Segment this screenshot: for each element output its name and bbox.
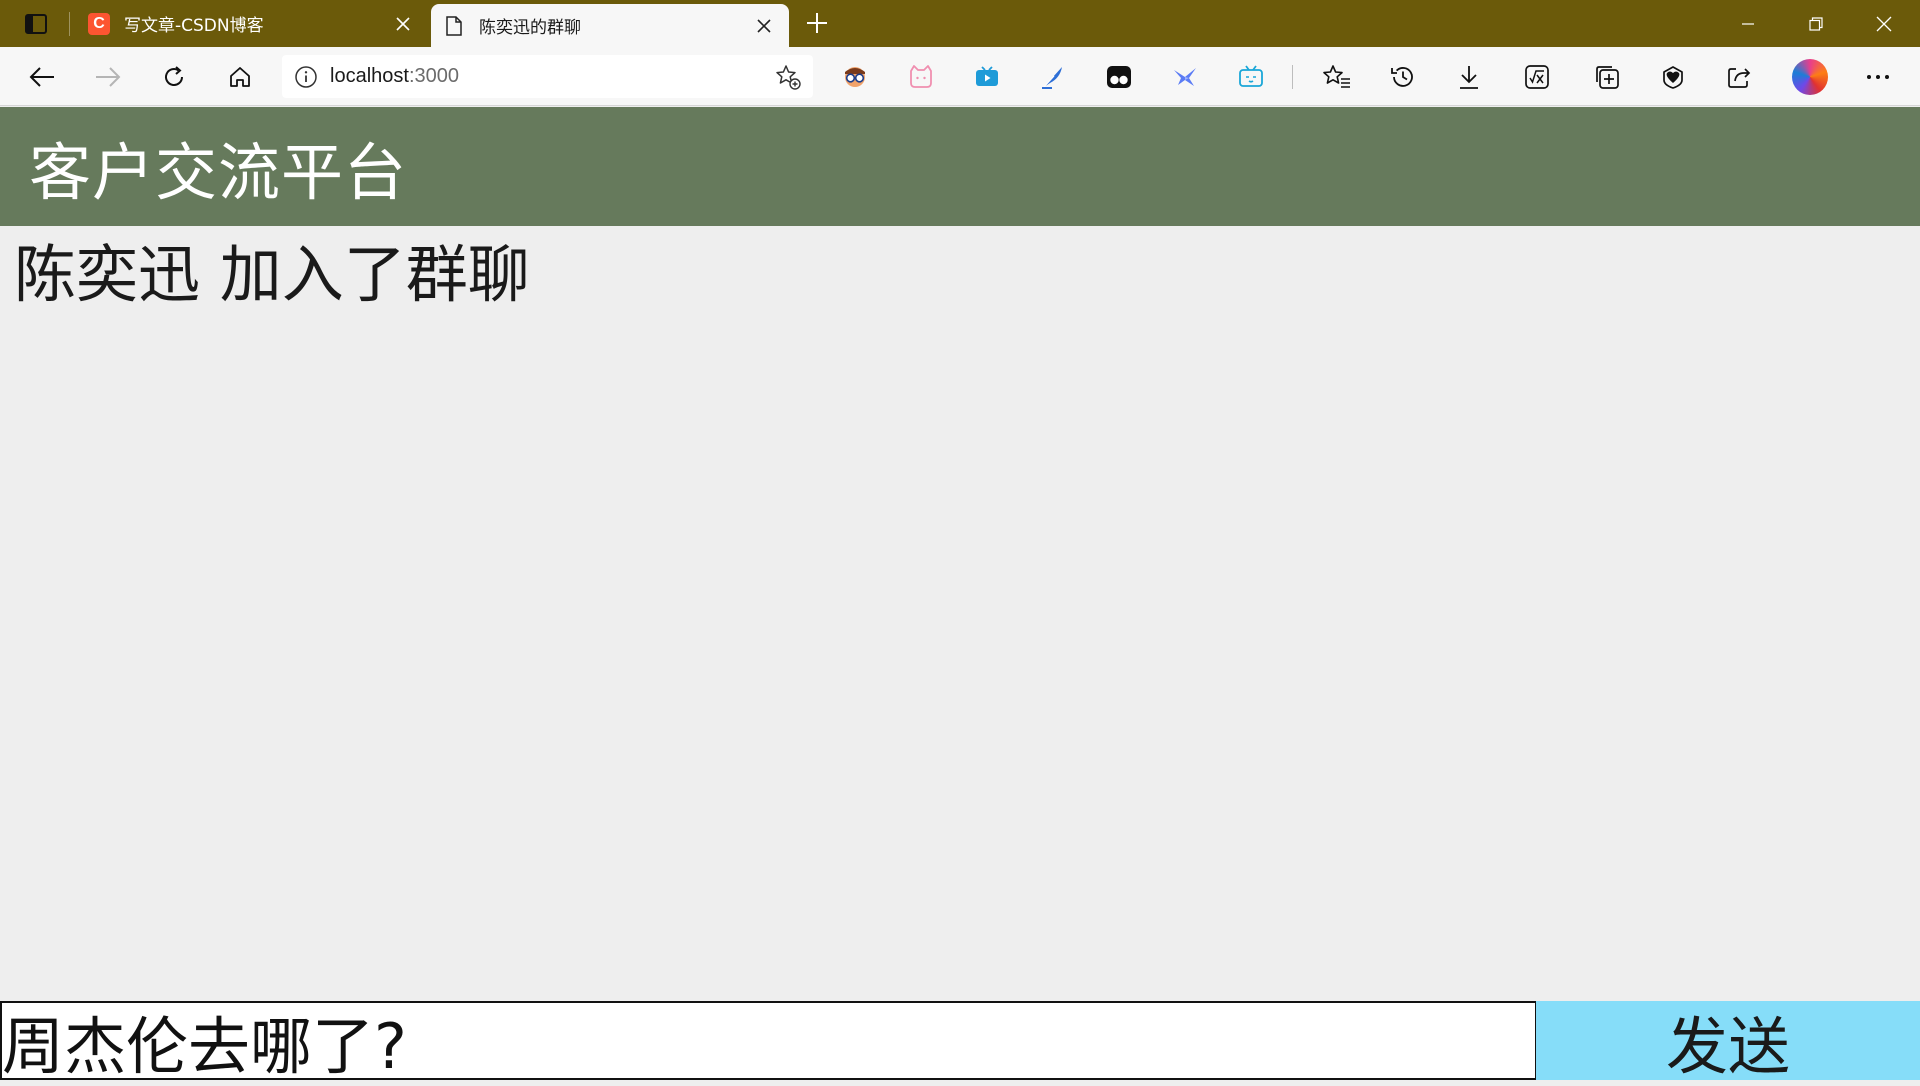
reload-icon <box>165 66 183 86</box>
close-window-button[interactable] <box>1851 0 1917 47</box>
add-favorite-button[interactable] <box>771 60 805 94</box>
collections-button[interactable] <box>1587 57 1627 97</box>
back-button[interactable] <box>22 57 62 97</box>
tab-title: 陈奕迅的群聊 <box>479 18 581 38</box>
tab-actions-button[interactable] <box>14 9 58 39</box>
tab-divider <box>69 12 70 36</box>
system-message: 陈奕迅 加入了群聊 <box>14 238 530 311</box>
restore-icon <box>1809 16 1823 31</box>
downloads-button[interactable] <box>1449 57 1489 97</box>
glasses-face-icon <box>845 67 865 87</box>
address-port: :3000 <box>408 65 459 87</box>
new-tab-button[interactable] <box>800 6 834 40</box>
home-button[interactable] <box>220 57 260 97</box>
address-host: localhost <box>330 65 409 87</box>
tab-strip: C 写文章-CSDN博客 陈奕迅的群聊 <box>0 0 1920 47</box>
arrow-right-icon <box>96 67 121 87</box>
profile-button[interactable] <box>1790 57 1830 97</box>
share-button[interactable] <box>1719 57 1759 97</box>
close-icon <box>1876 16 1892 31</box>
home-icon <box>230 67 250 87</box>
csdn-icon: C <box>88 12 110 35</box>
favorites-star-icon <box>1323 65 1350 88</box>
close-icon <box>757 18 771 33</box>
favorites-button[interactable] <box>1317 57 1357 97</box>
share-icon <box>1728 68 1751 88</box>
tv-icon <box>1239 65 1263 87</box>
tampermonkey-icon <box>1107 66 1131 88</box>
collections-icon <box>1596 66 1619 89</box>
send-button[interactable]: 发送 <box>1536 1001 1920 1083</box>
tab-close-button[interactable] <box>751 13 777 39</box>
star-add-icon <box>776 65 801 90</box>
message-input[interactable] <box>0 1001 1536 1080</box>
browser-essentials-button[interactable] <box>1653 57 1693 97</box>
tab-group-chat[interactable]: 陈奕迅的群聊 <box>431 4 789 47</box>
extension-glasses-button[interactable] <box>835 57 875 97</box>
history-icon <box>1391 67 1413 87</box>
heart-pulse-icon <box>1663 66 1683 89</box>
math-solver-icon <box>1525 65 1549 89</box>
tab-close-button[interactable] <box>390 11 416 37</box>
toolbar-separator <box>1292 65 1293 89</box>
settings-more-button[interactable] <box>1858 57 1898 97</box>
avatar <box>1792 59 1828 95</box>
download-icon <box>1460 66 1478 89</box>
feather-pen-icon <box>1042 67 1062 89</box>
extension-bird-button[interactable] <box>1165 57 1205 97</box>
message-list: 陈奕迅 加入了群聊 <box>0 226 1920 1001</box>
extension-video-button[interactable] <box>967 57 1007 97</box>
site-info-button[interactable] <box>282 55 330 98</box>
tab-title: 写文章-CSDN博客 <box>124 16 264 36</box>
extension-cat-button[interactable] <box>901 57 941 97</box>
minimize-button[interactable] <box>1715 0 1781 47</box>
address-bar[interactable]: localhost:3000 <box>282 55 813 98</box>
math-solver-button[interactable] <box>1517 57 1557 97</box>
tab-actions-icon <box>25 14 47 34</box>
arrow-left-icon <box>29 67 54 87</box>
page-title: 客户交流平台 <box>29 135 408 209</box>
video-icon <box>976 66 998 86</box>
browser-toolbar: localhost:3000 <box>0 47 1920 106</box>
extension-tampermonkey-button[interactable] <box>1099 57 1139 97</box>
extension-tv-button[interactable] <box>1231 57 1271 97</box>
more-dots-icon <box>1867 75 1889 79</box>
info-icon <box>295 65 317 88</box>
message-composer: 发送 <box>0 1001 1920 1083</box>
history-button[interactable] <box>1383 57 1423 97</box>
forward-button[interactable] <box>88 57 128 97</box>
app-header: 客户交流平台 <box>0 107 1920 226</box>
reload-button[interactable] <box>154 57 194 97</box>
page-icon <box>443 15 465 37</box>
close-icon <box>396 16 410 31</box>
extension-pen-button[interactable] <box>1033 57 1073 97</box>
plus-icon <box>807 13 827 33</box>
bird-icon <box>1174 68 1196 86</box>
restore-button[interactable] <box>1783 0 1849 47</box>
cat-icon <box>910 65 932 88</box>
minimize-icon <box>1742 22 1754 25</box>
tab-csdn[interactable]: C 写文章-CSDN博客 <box>76 0 428 47</box>
